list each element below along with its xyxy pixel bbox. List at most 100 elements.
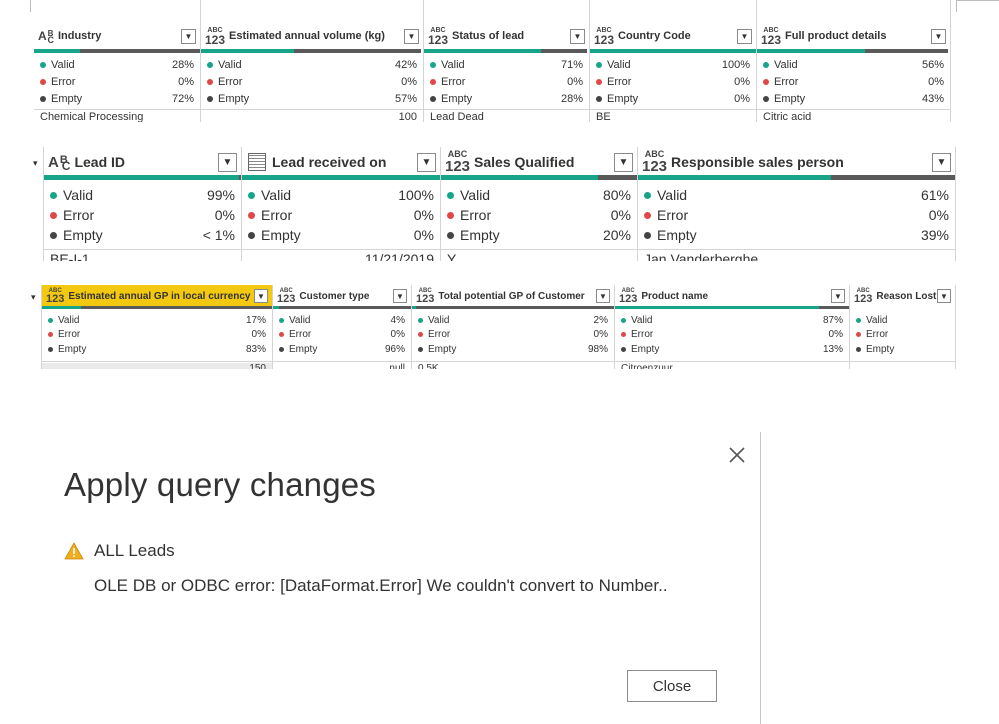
empty-row: Empty 20% (447, 225, 631, 245)
valid-dot-icon (418, 317, 423, 323)
error-label: Error (289, 329, 312, 341)
column-name: Lead received on (272, 154, 387, 170)
valid-row: Valid 42% (207, 56, 417, 73)
empty-row: Empty 0% (596, 90, 750, 107)
error-dot-icon (418, 332, 423, 338)
column-header[interactable]: ABC 123 Total potential GP of Customer ▼ (412, 285, 614, 307)
close-x-icon[interactable] (724, 442, 750, 468)
valid-percentage: 71% (560, 58, 583, 71)
first-row-value[interactable]: 11/21/2019 (242, 251, 440, 261)
first-row-value[interactable]: Lead Dead (424, 111, 589, 122)
empty-label: Empty (428, 343, 457, 355)
any-type-icon[interactable]: ABC 123 (594, 27, 614, 46)
error-percentage: 0% (567, 75, 583, 88)
column-header[interactable]: ABC 123 Full product details ▼ (757, 22, 950, 50)
any-type-icon[interactable]: ABC 123 (445, 150, 470, 175)
error-percentage: 0% (593, 329, 608, 341)
valid-dot-icon (596, 61, 602, 68)
dropdown-arrow-icon[interactable]: ▼ (931, 28, 946, 44)
any-type-icon[interactable]: ABC 123 (854, 288, 872, 305)
valid-label: Valid (218, 58, 242, 71)
dropdown-arrow-icon[interactable]: ▼ (393, 289, 407, 303)
first-row-value[interactable]: null (273, 363, 411, 369)
type-glyph: 123 (619, 292, 638, 305)
column-header[interactable]: ABC 123 Reason Lost ▼ (850, 285, 955, 307)
any-type-icon[interactable]: ABC 123 (642, 150, 668, 175)
text-type-icon[interactable]: ABC (38, 30, 54, 45)
column-header[interactable]: A B C Lead ID ▼ (44, 147, 241, 177)
any-type-icon[interactable]: ABC 123 (619, 288, 637, 305)
first-row-value[interactable]: Citroenzuur (615, 363, 849, 369)
any-type-icon[interactable]: ABC 123 (277, 288, 295, 305)
first-row-value[interactable]: Citric acid (757, 111, 950, 122)
gutter-menu-icon[interactable]: ▾ (33, 158, 38, 169)
dropdown-arrow-icon[interactable]: ▼ (181, 28, 196, 44)
valid-dot-icon (621, 317, 626, 323)
quality-stats: Valid 99% Error 0% Empty < 1% (44, 185, 241, 245)
first-row-value[interactable]: Chemical Processing (34, 111, 200, 122)
column-header[interactable]: ABC 123 Estimated annual GP in local curre… (42, 285, 272, 307)
dropdown-arrow-icon[interactable]: ▼ (831, 289, 845, 303)
column-header[interactable]: ABC 123 Country Code ▼ (590, 22, 756, 50)
column-name: Estimated annual volume (kg) (229, 30, 385, 42)
first-row-value[interactable]: BE (590, 111, 756, 122)
column-header[interactable]: Lead received on ▼ (242, 147, 440, 177)
type-glyph: 123 (642, 158, 668, 175)
dropdown-arrow-icon[interactable]: ▼ (417, 152, 436, 172)
any-type-icon[interactable]: ABC 123 (428, 27, 448, 46)
any-type-icon[interactable]: ABC 123 (416, 288, 434, 305)
empty-dot-icon (207, 95, 213, 102)
dropdown-arrow-icon[interactable]: ▼ (570, 28, 585, 44)
quality-bar (34, 49, 200, 53)
empty-percentage: < 1% (202, 227, 235, 243)
window-edge (30, 0, 31, 12)
empty-percentage: 39% (920, 227, 949, 243)
column-header[interactable]: ABC 123 Product name ▼ (615, 285, 849, 307)
column-header[interactable]: A B C Industry ▼ (34, 22, 200, 50)
gutter-menu-icon[interactable]: ▾ (31, 292, 36, 303)
column-header[interactable]: ABC 123 Sales Qualified ▼ (441, 147, 637, 177)
empty-segment (278, 306, 411, 309)
text-type-icon[interactable]: ABC (48, 154, 70, 172)
first-row-value[interactable]: BE-I-1 (44, 251, 241, 261)
column-header[interactable]: ABC 123 Responsible sales person ▼ (638, 147, 955, 177)
empty-label: Empty (657, 227, 697, 243)
any-type-icon[interactable]: ABC 123 (205, 27, 225, 46)
empty-label: Empty (58, 343, 87, 355)
error-percentage: 0% (251, 329, 266, 341)
dropdown-arrow-icon[interactable]: ▼ (596, 289, 610, 303)
dropdown-arrow-icon[interactable]: ▼ (614, 152, 633, 172)
empty-segment (81, 306, 272, 309)
calendar-type-icon[interactable] (248, 153, 266, 171)
dropdown-arrow-icon[interactable]: ▼ (218, 152, 237, 172)
valid-label: Valid (657, 187, 688, 203)
first-row-value[interactable]: Y (441, 251, 637, 261)
empty-label: Empty (631, 343, 660, 355)
column-header[interactable]: ABC 123 Status of lead ▼ (424, 22, 589, 50)
error-percentage: 0% (828, 329, 843, 341)
first-row-value[interactable]: 0.5K (412, 363, 614, 369)
error-label: Error (428, 329, 451, 341)
error-row: Error 0% (207, 73, 417, 90)
quality-bar (615, 306, 849, 309)
empty-row: Empty 83% (48, 342, 266, 357)
error-percentage: 0% (413, 207, 434, 223)
close-button[interactable]: Close (627, 670, 717, 702)
valid-row: Valid 80% (447, 185, 631, 205)
valid-segment (441, 175, 598, 180)
column-header[interactable]: ABC 123 Customer type ▼ (273, 285, 411, 307)
dropdown-arrow-icon[interactable]: ▼ (404, 28, 419, 44)
dropdown-arrow-icon[interactable]: ▼ (937, 289, 951, 303)
error-dot-icon (430, 78, 436, 85)
first-row-value[interactable]: 150 (42, 363, 272, 369)
dropdown-arrow-icon[interactable]: ▼ (932, 152, 951, 172)
any-type-icon[interactable]: ABC 123 (761, 27, 781, 46)
first-row-value[interactable]: Jan Vanderberghe (638, 251, 955, 261)
dropdown-arrow-icon[interactable]: ▼ (737, 28, 752, 44)
dropdown-arrow-icon[interactable]: ▼ (254, 289, 268, 303)
any-type-icon[interactable]: ABC 123 (46, 288, 64, 305)
error-dot-icon (763, 78, 769, 85)
column-lead-id: A B C Lead ID ▼ Valid 99% Error 0% Empty < 1% BE-I-… (44, 147, 242, 261)
first-row-value[interactable]: 100 (201, 111, 423, 122)
column-header[interactable]: ABC 123 Estimated annual volume (kg) ▼ (201, 22, 423, 50)
